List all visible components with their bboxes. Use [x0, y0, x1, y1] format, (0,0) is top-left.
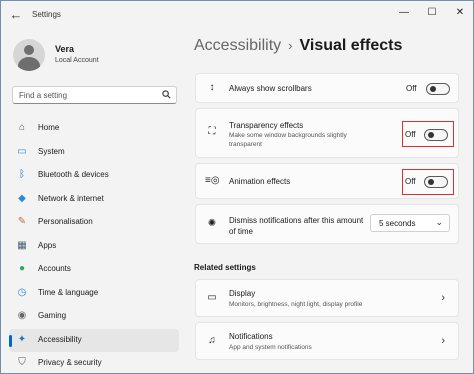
notifications-link-card[interactable]: ♫ Notifications App and system notificat…: [195, 322, 459, 360]
sidebar-item-label: Personalisation: [38, 217, 93, 226]
sidebar-item-label: System: [38, 146, 65, 156]
search-box[interactable]: Find a setting: [12, 86, 177, 104]
chevron-right-icon: ›: [441, 292, 445, 304]
sidebar-item-label: Bluetooth & devices: [38, 170, 109, 179]
sidebar-item-label: Accounts: [38, 264, 71, 273]
search-icon: [162, 90, 171, 99]
monitor-icon: ▭: [207, 292, 217, 303]
sidebar-item-network-internet[interactable]: ◆ Network & internet: [9, 188, 179, 212]
page-title: Visual effects: [299, 37, 403, 54]
display-title: Display: [229, 289, 256, 298]
sidebar-item-accessibility[interactable]: ✦ Accessibility: [9, 328, 179, 352]
chevron-down-icon: ⌄: [435, 217, 443, 227]
settings-window: ← Settings — ☐ ✕ Vera Local Account Find…: [0, 0, 474, 374]
notification-timeout-select[interactable]: 5 seconds ⌄: [370, 214, 450, 232]
avatar[interactable]: [13, 39, 45, 71]
breadcrumb: Accessibility › Visual effects: [194, 37, 402, 55]
selection-indicator: [9, 334, 12, 347]
highlight-box: [402, 121, 454, 147]
animation-icon: ≡◎: [205, 175, 220, 186]
sidebar-item-personalisation[interactable]: ✎ Personalisation: [9, 211, 179, 235]
sidebar-item-home[interactable]: ⌂ Home: [9, 117, 179, 141]
network-icon: ◆: [18, 192, 26, 204]
breadcrumb-separator: ›: [288, 38, 293, 53]
notifications-title: Notifications: [229, 332, 273, 341]
back-arrow-icon[interactable]: ←: [7, 6, 25, 24]
bell-icon: ♫: [208, 335, 216, 346]
transparency-description: Make some window backgrounds slightly tr…: [229, 132, 347, 148]
apps-icon: ▦: [17, 239, 27, 251]
minimize-button[interactable]: —: [393, 5, 415, 21]
system-icon: ▭: [17, 145, 27, 157]
breadcrumb-parent[interactable]: Accessibility: [194, 37, 281, 54]
sidebar-item-apps[interactable]: ▦ Apps: [9, 235, 179, 259]
notifications-description: App and system notifications: [229, 344, 312, 351]
related-settings-heading: Related settings: [194, 263, 256, 272]
sidebar-item-gaming[interactable]: ◉ Gaming: [9, 305, 179, 329]
sidebar-item-time-language[interactable]: ◷ Time & language: [9, 282, 179, 306]
transparency-title: Transparency effects: [229, 121, 304, 130]
display-description: Monitors, brightness, night light, displ…: [229, 301, 363, 308]
sidebar-item-privacy-security[interactable]: ⛉ Privacy & security: [9, 352, 179, 373]
sidebar-nav: ⌂ Home ▭ System ᛒ Bluetooth & devices ◆ Network…: [9, 117, 179, 373]
chevron-right-icon: ›: [441, 335, 445, 347]
sidebar-item-label: Apps: [38, 240, 57, 250]
globe-clock-icon: ◷: [17, 286, 27, 298]
bluetooth-icon: ᛒ: [19, 169, 25, 180]
accounts-icon: ●: [18, 263, 26, 274]
sidebar-item-label: Network & internet: [38, 193, 104, 203]
sidebar-item-label: Accessibility: [38, 334, 82, 344]
notification-timeout-value: 5 seconds: [379, 219, 416, 228]
search-input[interactable]: Find a setting: [19, 91, 67, 100]
gaming-icon: ◉: [17, 310, 27, 321]
sidebar-item-label: Gaming: [38, 311, 67, 320]
scrollbar-icon: ↕: [209, 82, 215, 93]
user-name: Vera: [55, 44, 75, 54]
transparency-icon: ⛶: [208, 126, 216, 137]
accessibility-icon: ✦: [17, 333, 27, 345]
sidebar-item-label: Time & language: [38, 287, 99, 297]
notification-timeout-title: Dismiss notifications after this amount …: [229, 216, 364, 236]
home-icon: ⌂: [18, 122, 26, 133]
close-button[interactable]: ✕: [449, 5, 471, 21]
sidebar-item-label: Privacy & security: [38, 358, 102, 367]
scrollbars-title: Always show scrollbars: [229, 84, 312, 93]
scrollbars-toggle[interactable]: [426, 83, 450, 95]
paintbrush-icon: ✎: [17, 216, 27, 227]
app-title: Settings: [32, 10, 61, 19]
sidebar-item-bluetooth-devices[interactable]: ᛒ Bluetooth & devices: [9, 164, 179, 188]
sidebar-item-accounts[interactable]: ● Accounts: [9, 258, 179, 282]
maximize-button[interactable]: ☐: [421, 5, 443, 21]
account-type: Local Account: [55, 57, 99, 64]
sun-icon: ✺: [207, 218, 217, 229]
scrollbars-state: Off: [406, 84, 417, 93]
sidebar-item-label: Home: [38, 123, 60, 132]
shield-icon: ⛉: [18, 357, 26, 368]
sidebar-item-system[interactable]: ▭ System: [9, 141, 179, 165]
animation-title: Animation effects: [229, 177, 291, 186]
scrollbars-setting-card: ↕ Always show scrollbars Off: [195, 73, 459, 103]
highlight-box: [402, 169, 454, 195]
display-link-card[interactable]: ▭ Display Monitors, brightness, night li…: [195, 279, 459, 317]
title-bar: ← Settings — ☐ ✕: [1, 1, 473, 29]
